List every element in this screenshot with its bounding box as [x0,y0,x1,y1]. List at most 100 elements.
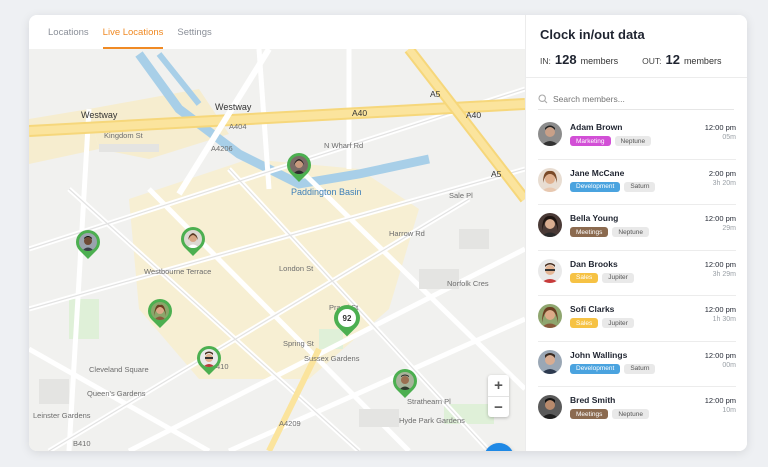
tab-bar: Locations Live Locations Settings [29,15,525,49]
list-item[interactable]: Adam Brown Marketing Neptune 12:00 pm 05… [538,114,736,160]
out-count-group: OUT: 12 members [642,52,721,67]
team-tag: Jupiter [602,272,634,283]
avatar [538,349,562,374]
map-pin-member[interactable] [71,225,105,260]
department-tag: Development [570,363,621,374]
list-item[interactable]: Bred Smith Meetings Neptune 12:00 pm 10m [538,387,736,433]
map-pin-member[interactable] [388,364,422,399]
department-tag: Meetings [570,227,609,237]
member-tags: Meetings Neptune [570,227,649,237]
list-item[interactable]: Sofi Clarks Sales Jupiter 12:00 pm 1h 30… [538,296,736,342]
duration: 29m [722,225,736,232]
road-label-westway-2: Westway [215,102,252,112]
road-label-spring-st: Spring St [283,339,314,348]
duration: 3h 29m [712,270,736,278]
duration: 05m [722,134,736,141]
map-cluster-pin[interactable]: 92 [328,299,366,337]
member-counts: IN: 128 members OUT: 12 members [540,52,740,67]
list-item[interactable]: John Wallings Development Saturn 12:00 p… [538,342,736,387]
avatar [538,167,562,192]
list-item[interactable]: Jane McCane Development Saturn 2:00 pm 3… [538,160,736,205]
team-tag: Saturn [624,181,656,192]
in-label: IN: [540,56,551,66]
department-tag: Sales [570,318,599,328]
department-tag: Sales [570,272,599,283]
team-tag: Jupiter [602,318,634,328]
road-label-a4206: A4206 [211,144,233,153]
duration: 1h 30m [712,316,736,323]
live-map[interactable]: Westway Westway A40 A40 A5 A5 A404 A4206… [29,49,525,451]
road-label-london-st: London St [279,264,314,273]
road-label-leinster-gardens: Leinster Gardens [33,411,91,420]
avatar [200,349,218,367]
member-name: Bella Young [570,213,619,223]
road-label-a40-2: A40 [466,110,482,120]
divider [526,77,747,78]
out-unit: members [683,56,722,66]
map-pin-member[interactable] [192,341,226,376]
member-name: Jane McCane [570,167,625,178]
avatar [538,258,562,283]
tab-settings[interactable]: Settings [177,15,211,49]
map-pin-member[interactable] [176,222,210,257]
duration: 3h 20m [712,179,736,187]
team-tag: Neptune [614,136,652,146]
clock-time: 12:00 pm [704,350,736,360]
member-tags: Development Saturn [570,363,656,374]
in-unit: members [580,56,619,66]
member-list: Adam Brown Marketing Neptune 12:00 pm 05… [538,114,736,433]
tab-locations[interactable]: Locations [48,15,89,49]
road-label-norfolk-cres: Norfolk Cres [447,279,489,288]
clock-data-panel: Clock in/out data IN: 128 members OUT: 1… [525,15,747,451]
road-label-a5-1: A5 [430,89,441,99]
zoom-in-button[interactable]: + [488,375,509,396]
road-label-sale-pl: Sale Pl [449,191,473,200]
duration: 10m [722,407,736,414]
road-label-a404: A404 [229,122,247,131]
search-bar [538,88,734,110]
road-label-a40-1: A40 [352,108,368,118]
in-count-group: IN: 128 members [540,52,618,67]
avatar [538,122,562,146]
list-item[interactable]: Bella Young Meetings Neptune 12:00 pm 29… [538,205,736,251]
avatar [538,395,562,419]
department-tag: Development [570,181,621,192]
clock-time: 12:00 pm [704,259,736,269]
member-name: Sofi Clarks [570,304,615,314]
road-label-a4209: A4209 [279,419,301,428]
avatar [79,233,97,251]
search-icon [538,93,548,103]
road-label-westbourne-terrace: Westbourne Terrace [144,267,212,276]
avatar [538,213,562,237]
clock-time: 2:00 pm [708,168,736,178]
department-tag: Marketing [570,136,611,146]
member-name: Bred Smith [570,395,616,405]
road-label-a5-2: A5 [491,169,502,179]
avatar [290,156,308,174]
map-pin-member[interactable] [282,148,316,183]
zoom-out-button[interactable]: − [488,396,509,417]
map-pin-member[interactable] [143,294,177,329]
clock-time: 12:00 pm [704,396,736,405]
road-label-harrow-rd: Harrow Rd [389,229,425,238]
tab-live-locations[interactable]: Live Locations [102,15,164,49]
road-label-hyde-park-gardens: Hyde Park Gardens [399,416,465,425]
member-tags: Marketing Neptune [570,136,652,146]
clock-time: 12:00 pm [704,214,736,223]
road-label-kingdom-st: Kingdom St [104,131,143,140]
team-tag: Neptune [612,409,649,419]
team-tag: Saturn [624,363,656,374]
map-section: Locations Live Locations Settings Westwa… [29,15,525,451]
road-label-b410-2: B410 [73,439,91,448]
avatar [151,302,169,320]
zoom-controls: + − [488,375,509,417]
road-label-cleveland-square: Cleveland Square [89,365,149,374]
clock-time: 12:00 pm [704,305,736,314]
list-item[interactable]: Dan Brooks Sales Jupiter 12:00 pm 3h 29m [538,251,736,296]
in-count: 128 [554,52,577,67]
road-label-sussex-gardens: Sussex Gardens [304,354,360,363]
member-tags: Sales Jupiter [570,318,634,328]
duration: 00m [722,361,736,369]
search-input[interactable] [553,93,723,104]
cluster-count: 92 [338,309,356,327]
